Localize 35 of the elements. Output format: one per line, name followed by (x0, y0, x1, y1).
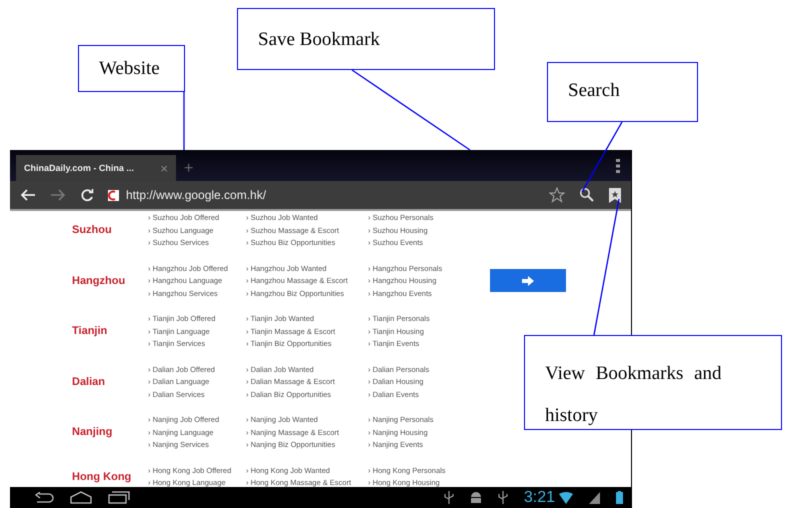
city-heading: Hong Kong (71, 470, 132, 482)
star-icon[interactable] (549, 187, 565, 203)
recent-apps-icon[interactable] (108, 491, 130, 504)
browser-tab[interactable]: ChinaDaily.com - China ... × (16, 155, 176, 181)
city-heading: Nanjing (71, 426, 114, 438)
callout-label: View Bookmarks and history (524, 335, 782, 430)
search-icon[interactable] (579, 187, 595, 203)
wifi-icon (559, 492, 573, 504)
city-heading: Dalian (71, 376, 106, 388)
callout-label: Website (78, 45, 185, 92)
right-arrow-icon (522, 276, 534, 286)
callout-label: Save Bookmark (237, 8, 495, 70)
home-icon[interactable] (70, 491, 92, 504)
signal-icon (589, 492, 600, 504)
city-heading: Hangzhou (71, 274, 126, 287)
go-button[interactable] (490, 269, 566, 292)
back-icon[interactable] (34, 492, 54, 504)
usb-icon (498, 491, 508, 504)
forward-arrow-icon[interactable] (50, 188, 66, 202)
clock-time: 3:21 (524, 488, 555, 506)
city-heading: Suzhou (71, 224, 113, 236)
menu-icon[interactable] (615, 158, 621, 174)
callout-label: Search (547, 62, 698, 122)
refresh-icon[interactable] (80, 188, 94, 202)
favicon-icon (108, 190, 119, 200)
tab-title: ChinaDaily.com - China ... (24, 163, 134, 173)
usb-icon (444, 491, 454, 504)
android-icon (470, 491, 482, 504)
bookmarks-icon[interactable] (609, 188, 621, 202)
battery-icon (616, 491, 623, 504)
city-heading: Tianjin (71, 325, 108, 338)
back-arrow-icon[interactable] (20, 188, 36, 202)
leader-line (581, 122, 623, 192)
leader-line (183, 92, 185, 150)
url-field[interactable]: http://www.google.com.hk/ (126, 188, 266, 202)
